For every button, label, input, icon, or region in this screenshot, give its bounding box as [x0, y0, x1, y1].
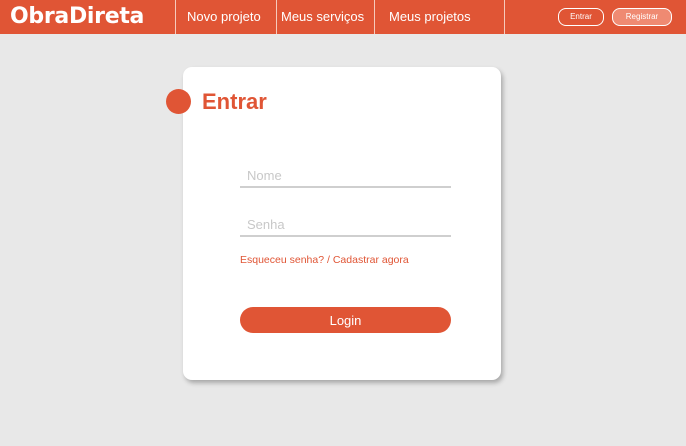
forgot-password-link[interactable]: Esqueceu senha? [240, 254, 324, 266]
nav-link-meus-servicos[interactable]: Meus serviços [281, 0, 364, 34]
brand-logo[interactable]: ObraDireta [10, 3, 144, 31]
nav-link-meus-projetos[interactable]: Meus projetos [389, 0, 471, 34]
nav-divider [504, 0, 505, 34]
signup-link[interactable]: Cadastrar agora [333, 254, 409, 266]
nome-input[interactable] [240, 164, 451, 188]
nav-divider [175, 0, 176, 34]
title-accent-dot [166, 89, 191, 114]
nav-link-novo-projeto[interactable]: Novo projeto [187, 0, 261, 34]
senha-input[interactable] [240, 213, 451, 237]
login-title: Entrar [202, 89, 267, 114]
header-entrar-button[interactable]: Entrar [558, 8, 604, 26]
link-separator: / [324, 254, 333, 266]
login-button[interactable]: Login [240, 307, 451, 333]
header-registrar-button[interactable]: Registrar [612, 8, 672, 26]
help-links: Esqueceu senha? / Cadastrar agora [240, 254, 409, 266]
top-navbar: ObraDireta Novo projeto Meus serviços Me… [0, 0, 686, 34]
nav-divider [374, 0, 375, 34]
nav-divider [276, 0, 277, 34]
